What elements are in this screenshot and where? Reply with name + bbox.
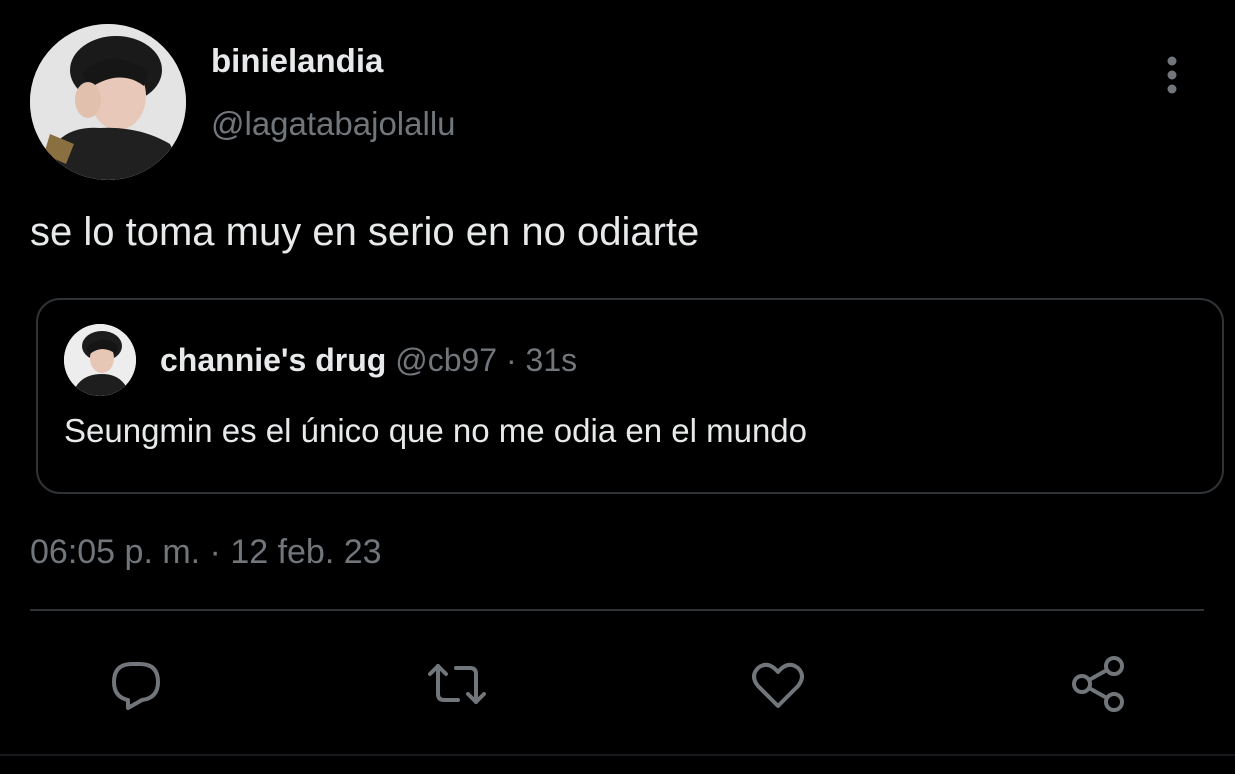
author-display-name[interactable]: binielandia [211,42,383,80]
quoted-tweet[interactable]: channie's drug @cb97 · 31s Seungmin es e… [36,298,1224,494]
share-icon[interactable] [1070,654,1130,714]
quote-header: channie's drug @cb97 · 31s [160,342,577,379]
tweet-text: se lo toma muy en serio en no odiarte [30,210,700,254]
reply-icon[interactable] [106,654,166,714]
quote-text: Seungmin es el único que no me odia en e… [64,412,807,449]
tweet-timestamp[interactable]: 06:05 p. m. · 12 feb. 23 [30,533,382,572]
author-avatar[interactable] [30,24,186,180]
heart-icon[interactable] [748,654,808,714]
quote-author-avatar[interactable] [64,324,136,396]
quote-meta: @cb97 · 31s [395,342,578,378]
bottom-divider [0,754,1235,756]
author-handle[interactable]: @lagatabajolallu [211,105,456,143]
retweet-icon[interactable] [426,654,486,714]
tweet: binielandia @lagatabajolallu se lo toma … [0,0,1235,774]
quote-display-name[interactable]: channie's drug [160,342,386,378]
more-vertical-icon[interactable] [1150,52,1194,98]
divider [30,609,1204,611]
